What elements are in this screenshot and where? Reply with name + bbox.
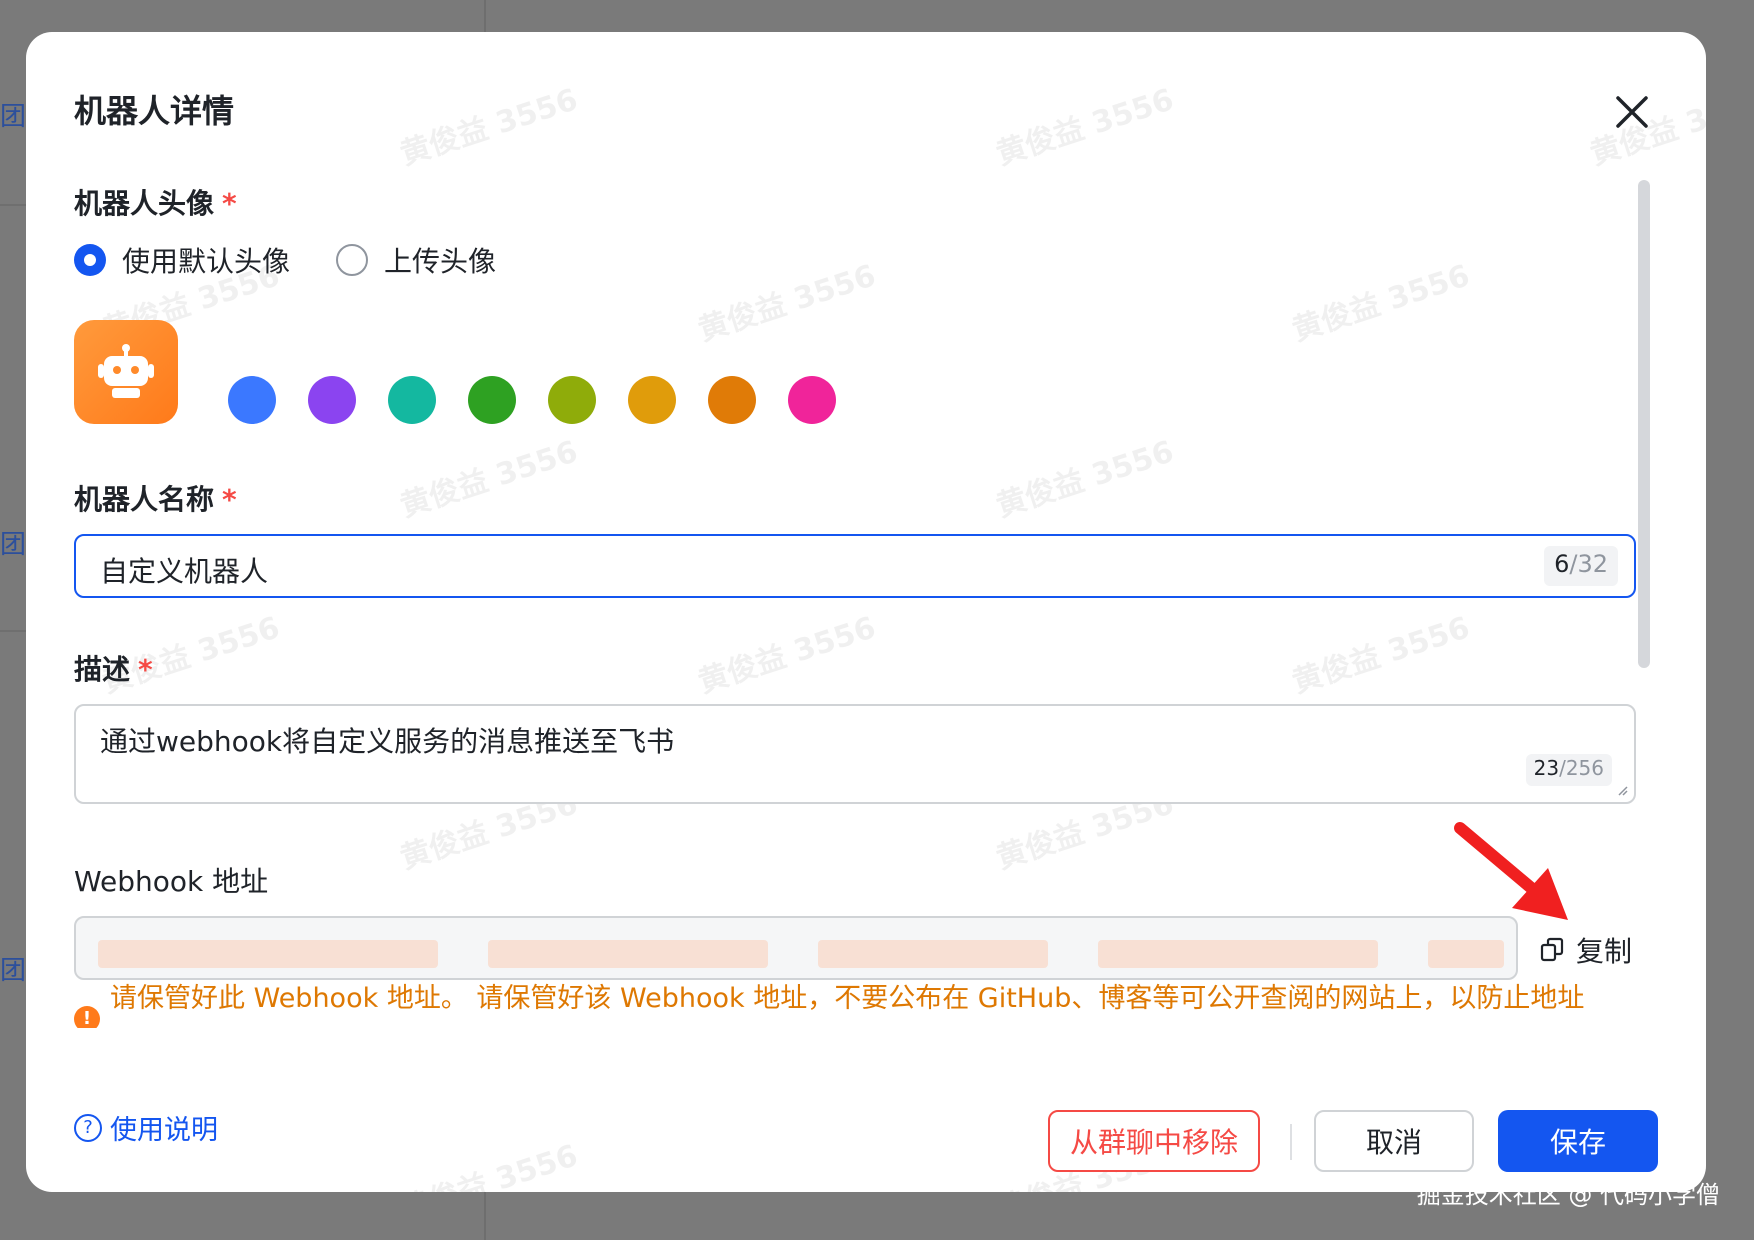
char-counter: 6/32 xyxy=(1544,546,1618,586)
watermark: 黄俊益 3556 xyxy=(396,1138,582,1192)
cancel-button[interactable]: 取消 xyxy=(1314,1110,1474,1172)
color-swatch[interactable] xyxy=(548,376,596,424)
char-max: /32 xyxy=(1569,550,1608,578)
watermark: 黄俊益 3556 xyxy=(694,258,880,349)
color-swatch[interactable] xyxy=(708,376,756,424)
char-count: 23 xyxy=(1533,756,1560,780)
watermark: 黄俊益 3556 xyxy=(396,82,582,173)
required-mark: * xyxy=(222,187,237,220)
usage-guide-label: 使用说明 xyxy=(110,1115,218,1146)
color-swatch[interactable] xyxy=(788,376,836,424)
blurred-url-segment xyxy=(98,940,438,968)
required-mark: * xyxy=(138,653,153,686)
copy-label: 复制 xyxy=(1576,935,1633,968)
name-label: 机器人名称 * xyxy=(74,478,237,518)
description-label: 描述 * xyxy=(74,648,153,688)
watermark: 黄俊益 3556 xyxy=(992,82,1178,173)
radio-unchecked-icon xyxy=(336,244,369,276)
name-label-text: 机器人名称 xyxy=(74,483,215,516)
webhook-label: Webhook 地址 xyxy=(74,865,269,898)
char-count: 6 xyxy=(1554,550,1570,578)
avatar-color-swatches xyxy=(228,376,868,424)
description-value: 通过webhook将自定义服务的消息推送至飞书 xyxy=(100,725,675,758)
avatar-radio-group: 使用默认头像 上传头像 xyxy=(74,240,542,280)
warning-text: 请保管好此 Webhook 地址。 请保管好该 Webhook 地址，不要公布在… xyxy=(110,983,1585,1014)
question-icon: ? xyxy=(74,1113,102,1142)
char-max: /256 xyxy=(1559,756,1604,780)
webhook-url-field[interactable] xyxy=(74,916,1518,980)
color-swatch[interactable] xyxy=(308,376,356,424)
save-button[interactable]: 保存 xyxy=(1498,1110,1658,1172)
warning-icon: ! xyxy=(74,1006,100,1028)
radio-upload-avatar[interactable]: 上传头像 xyxy=(336,240,496,280)
radio-default-avatar[interactable]: 使用默认头像 xyxy=(74,240,290,280)
watermark: 黄俊益 3556 xyxy=(396,434,582,525)
source-credit: 掘金技术社区 @ 代码小学僧 xyxy=(1416,1181,1720,1209)
resize-handle-icon[interactable] xyxy=(1616,784,1628,796)
close-icon[interactable] xyxy=(1608,88,1656,136)
color-swatch[interactable] xyxy=(388,376,436,424)
color-swatch[interactable] xyxy=(228,376,276,424)
radio-label: 上传头像 xyxy=(384,245,497,278)
usage-guide-link[interactable]: ? 使用说明 xyxy=(74,1108,218,1147)
required-mark: * xyxy=(222,483,237,516)
robot-avatar xyxy=(74,320,178,424)
char-counter: 23/256 xyxy=(1525,754,1612,786)
robot-name-input[interactable]: 自定义机器人 6/32 xyxy=(74,534,1636,598)
color-swatch[interactable] xyxy=(628,376,676,424)
blurred-url-segment xyxy=(818,940,1048,968)
blurred-url-segment xyxy=(1428,940,1504,968)
watermark: 黄俊益 3556 xyxy=(992,434,1178,525)
blurred-url-segment xyxy=(488,940,768,968)
robot-icon xyxy=(98,344,154,398)
copy-icon xyxy=(1540,937,1564,962)
avatar-label: 机器人头像 * xyxy=(74,182,237,222)
remove-from-group-button[interactable]: 从群聊中移除 xyxy=(1048,1110,1260,1172)
watermark: 黄俊益 3556 xyxy=(1288,258,1474,349)
description-label-text: 描述 xyxy=(74,653,131,686)
color-swatch[interactable] xyxy=(468,376,516,424)
blurred-url-segment xyxy=(1098,940,1378,968)
watermark: 黄俊益 3556 xyxy=(694,610,880,701)
avatar-label-text: 机器人头像 xyxy=(74,187,215,220)
watermark: 黄俊益 3556 xyxy=(1288,610,1474,701)
annotation-arrow-icon xyxy=(1454,822,1568,920)
radio-checked-icon xyxy=(74,244,106,276)
description-textarea[interactable]: 通过webhook将自定义服务的消息推送至飞书 23/256 xyxy=(74,704,1636,804)
robot-detail-dialog: 黄俊益 3556 黄俊益 3556 黄俊益 3556 黄俊益 3556 黄俊益 … xyxy=(26,32,1706,1192)
dialog-scrollbar[interactable] xyxy=(1638,180,1650,668)
copy-button[interactable]: 复制 xyxy=(1540,930,1632,970)
radio-label: 使用默认头像 xyxy=(122,245,291,278)
webhook-warning: ! 请保管好此 Webhook 地址。 请保管好该 Webhook 地址，不要公… xyxy=(74,976,1654,1028)
dialog-title: 机器人详情 xyxy=(74,92,235,130)
footer-divider xyxy=(1290,1124,1292,1160)
robot-name-value: 自定义机器人 xyxy=(100,555,269,588)
